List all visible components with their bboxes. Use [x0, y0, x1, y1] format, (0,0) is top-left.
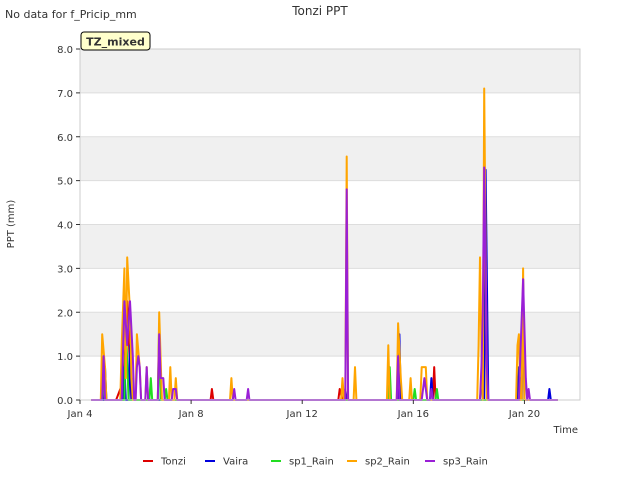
badge-text: TZ_mixed: [86, 36, 145, 49]
grid-band: [80, 312, 580, 357]
grid-band: [80, 224, 580, 269]
chart-svg: No data for f_Pricip_mm Tonzi PPT 0.0 1.0…: [5, 4, 581, 468]
legend-label: Vaira: [223, 457, 248, 468]
legend: Tonzi Vaira sp1_Rain sp2_Rain sp3_Rain: [143, 457, 488, 468]
x-tick-label: Jan 8: [178, 409, 204, 420]
legend-item-sp2-rain: sp2_Rain: [347, 457, 410, 468]
x-tick-label: Jan 12: [286, 409, 318, 420]
y-tick-label: 1.0: [57, 352, 73, 363]
y-tick-label: 2.0: [57, 308, 73, 319]
chart-title: Tonzi PPT: [291, 4, 348, 18]
no-data-note: No data for f_Pricip_mm: [5, 8, 137, 21]
y-axis-label: PPT (mm): [6, 200, 17, 249]
y-tick-label: 3.0: [57, 264, 73, 275]
plot-area: [79, 48, 581, 401]
legend-label: sp3_Rain: [443, 457, 488, 468]
y-axis-ticks: 0.0 1.0 2.0 3.0 4.0 5.0 6.0 7.0 8.0: [57, 45, 80, 407]
tz-badge: TZ_mixed: [80, 31, 151, 51]
y-tick-label: 4.0: [57, 221, 73, 232]
legend-item-vaira: Vaira: [205, 457, 248, 468]
x-tick-label: Jan 20: [508, 409, 540, 420]
legend-item-sp3-rain: sp3_Rain: [425, 457, 488, 468]
y-tick-label: 5.0: [57, 177, 73, 188]
y-tick-label: 6.0: [57, 133, 73, 144]
y-tick-label: 7.0: [57, 89, 73, 100]
legend-label: Tonzi: [160, 457, 186, 468]
grid-band: [80, 136, 580, 181]
grid-band: [80, 49, 580, 93]
y-tick-label: 8.0: [57, 45, 73, 56]
legend-item-tonzi: Tonzi: [143, 457, 186, 468]
legend-label: sp2_Rain: [365, 457, 410, 468]
y-tick-label: 0.0: [57, 396, 73, 407]
legend-item-sp1-rain: sp1_Rain: [271, 457, 334, 468]
x-axis-label: Time: [553, 425, 578, 436]
x-axis-ticks: Jan 4 Jan 8 Jan 12 Jan 16 Jan 20: [67, 400, 540, 420]
legend-label: sp1_Rain: [289, 457, 334, 468]
x-tick-label: Jan 16: [397, 409, 429, 420]
x-tick-label: Jan 4: [67, 409, 93, 420]
